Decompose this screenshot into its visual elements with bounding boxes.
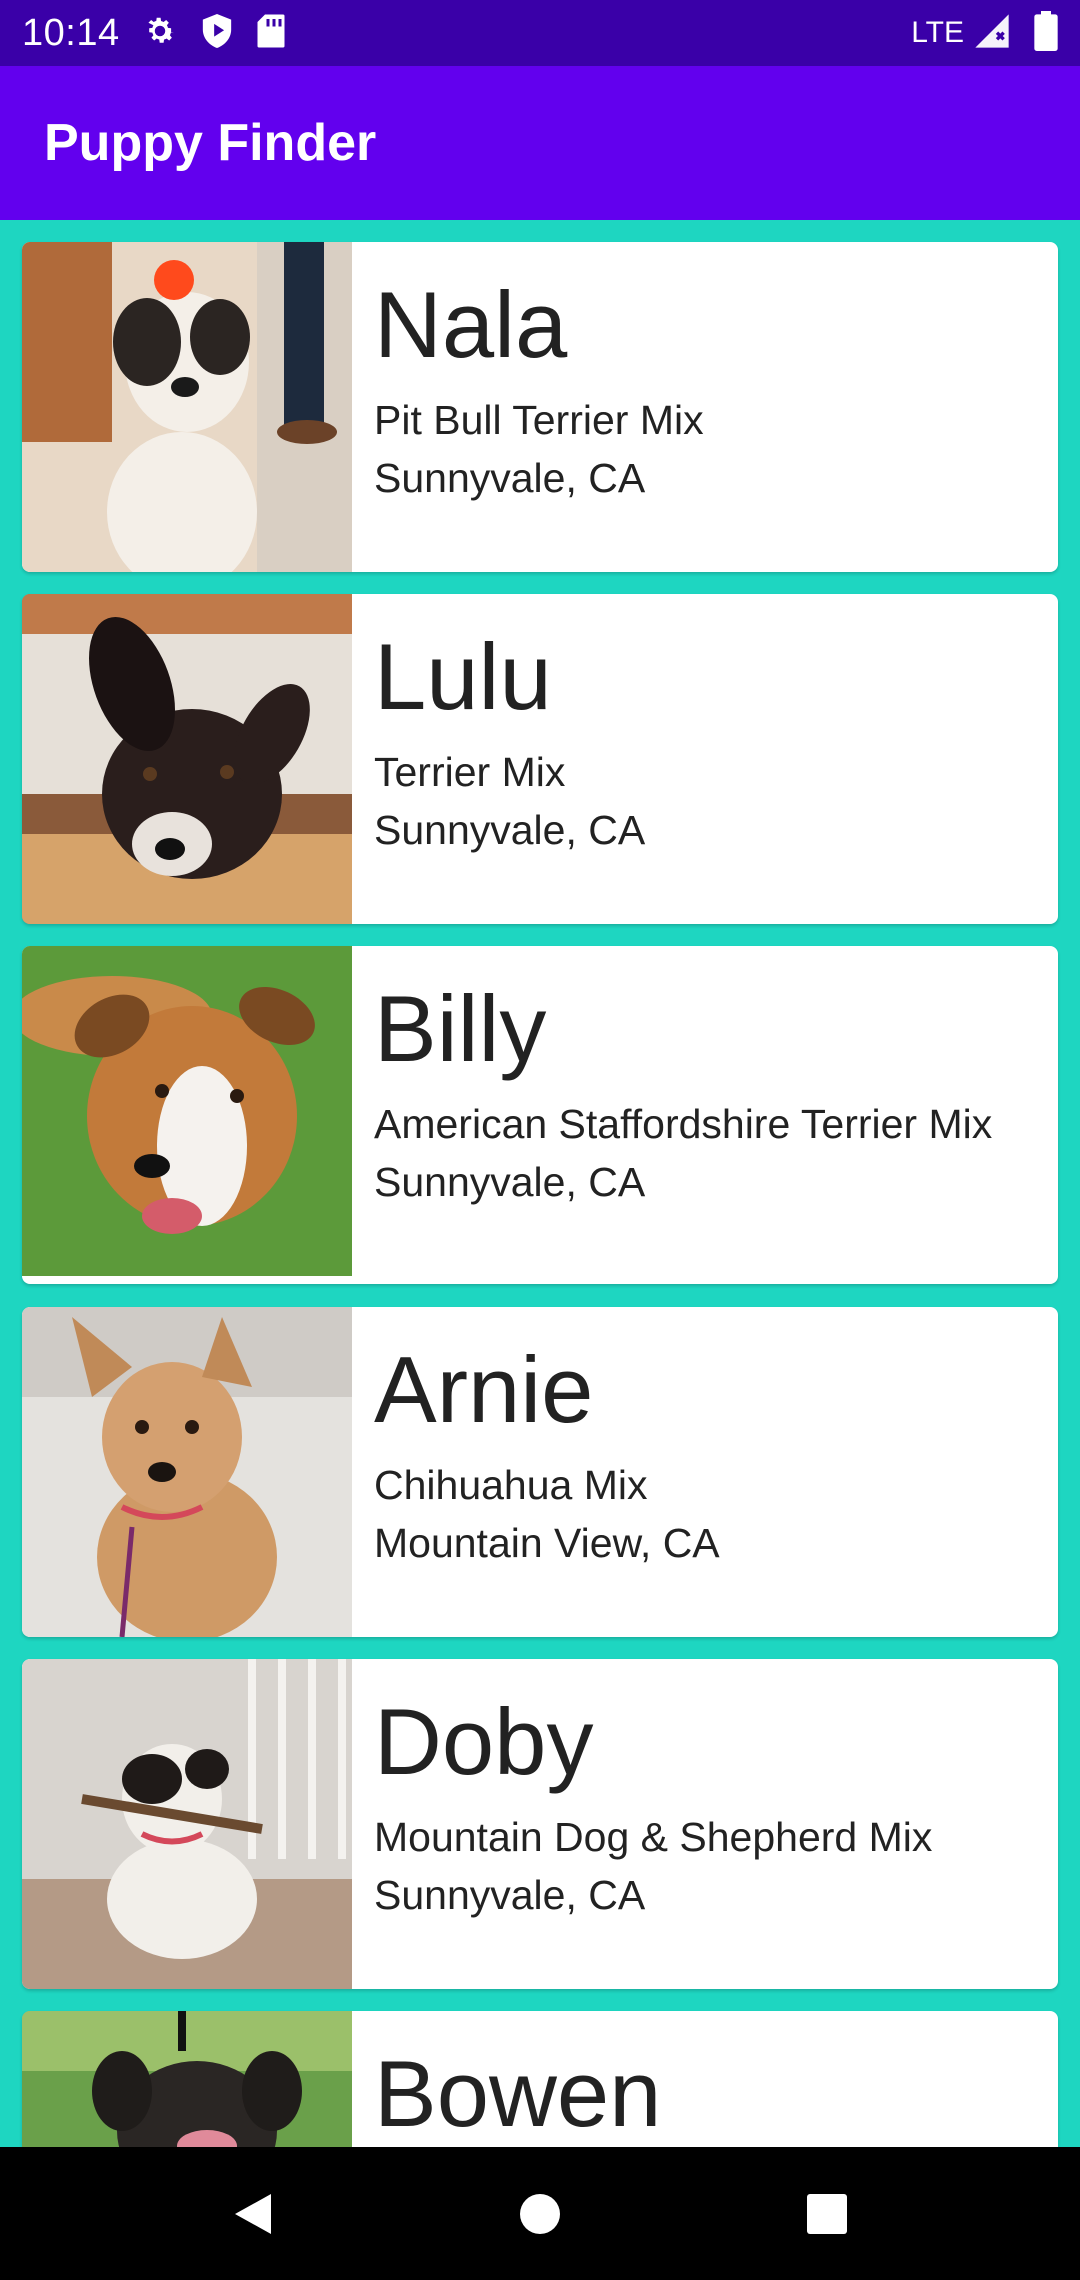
puppy-card-nala[interactable]: Nala Pit Bull Terrier Mix Sunnyvale, CA [22, 242, 1058, 572]
puppy-photo [22, 1307, 352, 1637]
puppy-photo [22, 1659, 352, 1989]
puppy-card-lulu[interactable]: Lulu Terrier Mix Sunnyvale, CA [22, 594, 1058, 924]
puppy-photo [22, 946, 352, 1276]
puppy-photo [22, 242, 352, 572]
puppy-name: Bowen [374, 2041, 662, 2146]
puppy-location: Sunnyvale, CA [374, 1872, 646, 1918]
puppy-card-arnie[interactable]: Arnie Chihuahua Mix Mountain View, CA [22, 1307, 1058, 1637]
puppy-name: Nala [374, 272, 568, 377]
settings-icon [142, 13, 178, 54]
network-type: LTE [911, 16, 964, 49]
puppy-location: Mountain View, CA [374, 1520, 720, 1566]
status-bar: 10:14 LTE [0, 0, 1080, 66]
puppy-breed: Mountain Dog & Shepherd Mix [374, 1814, 933, 1860]
puppy-name: Arnie [374, 1337, 594, 1442]
puppy-name: Lulu [374, 624, 552, 729]
battery-icon [1034, 10, 1058, 56]
puppy-card-bowen[interactable]: Bowen [22, 2011, 1058, 2147]
puppy-breed: Pit Bull Terrier Mix [374, 397, 704, 443]
back-icon[interactable] [193, 2154, 313, 2274]
status-time: 10:14 [22, 11, 120, 54]
puppy-card-billy[interactable]: Billy American Staffordshire Terrier Mix… [22, 946, 1058, 1284]
puppy-name: Billy [374, 976, 547, 1081]
puppy-list[interactable]: Nala Pit Bull Terrier Mix Sunnyvale, CA [0, 220, 1080, 2147]
home-icon[interactable] [480, 2154, 600, 2274]
puppy-breed: American Staffordshire Terrier Mix [374, 1101, 993, 1147]
puppy-location: Sunnyvale, CA [374, 455, 646, 501]
app-title: Puppy Finder [44, 114, 377, 172]
puppy-breed: Terrier Mix [374, 749, 566, 795]
puppy-name: Doby [374, 1689, 594, 1794]
sd-card-icon [256, 13, 286, 54]
app-bar: Puppy Finder [0, 66, 1080, 220]
puppy-photo [22, 594, 352, 924]
signal-icon [972, 11, 1012, 56]
puppy-photo [22, 2011, 352, 2147]
recents-icon[interactable] [767, 2154, 887, 2274]
navigation-bar [0, 2147, 1080, 2280]
puppy-card-doby[interactable]: Doby Mountain Dog & Shepherd Mix Sunnyva… [22, 1659, 1058, 1989]
puppy-location: Sunnyvale, CA [374, 807, 646, 853]
play-protect-icon [200, 12, 234, 55]
puppy-breed: Chihuahua Mix [374, 1462, 648, 1508]
puppy-location: Sunnyvale, CA [374, 1159, 646, 1205]
